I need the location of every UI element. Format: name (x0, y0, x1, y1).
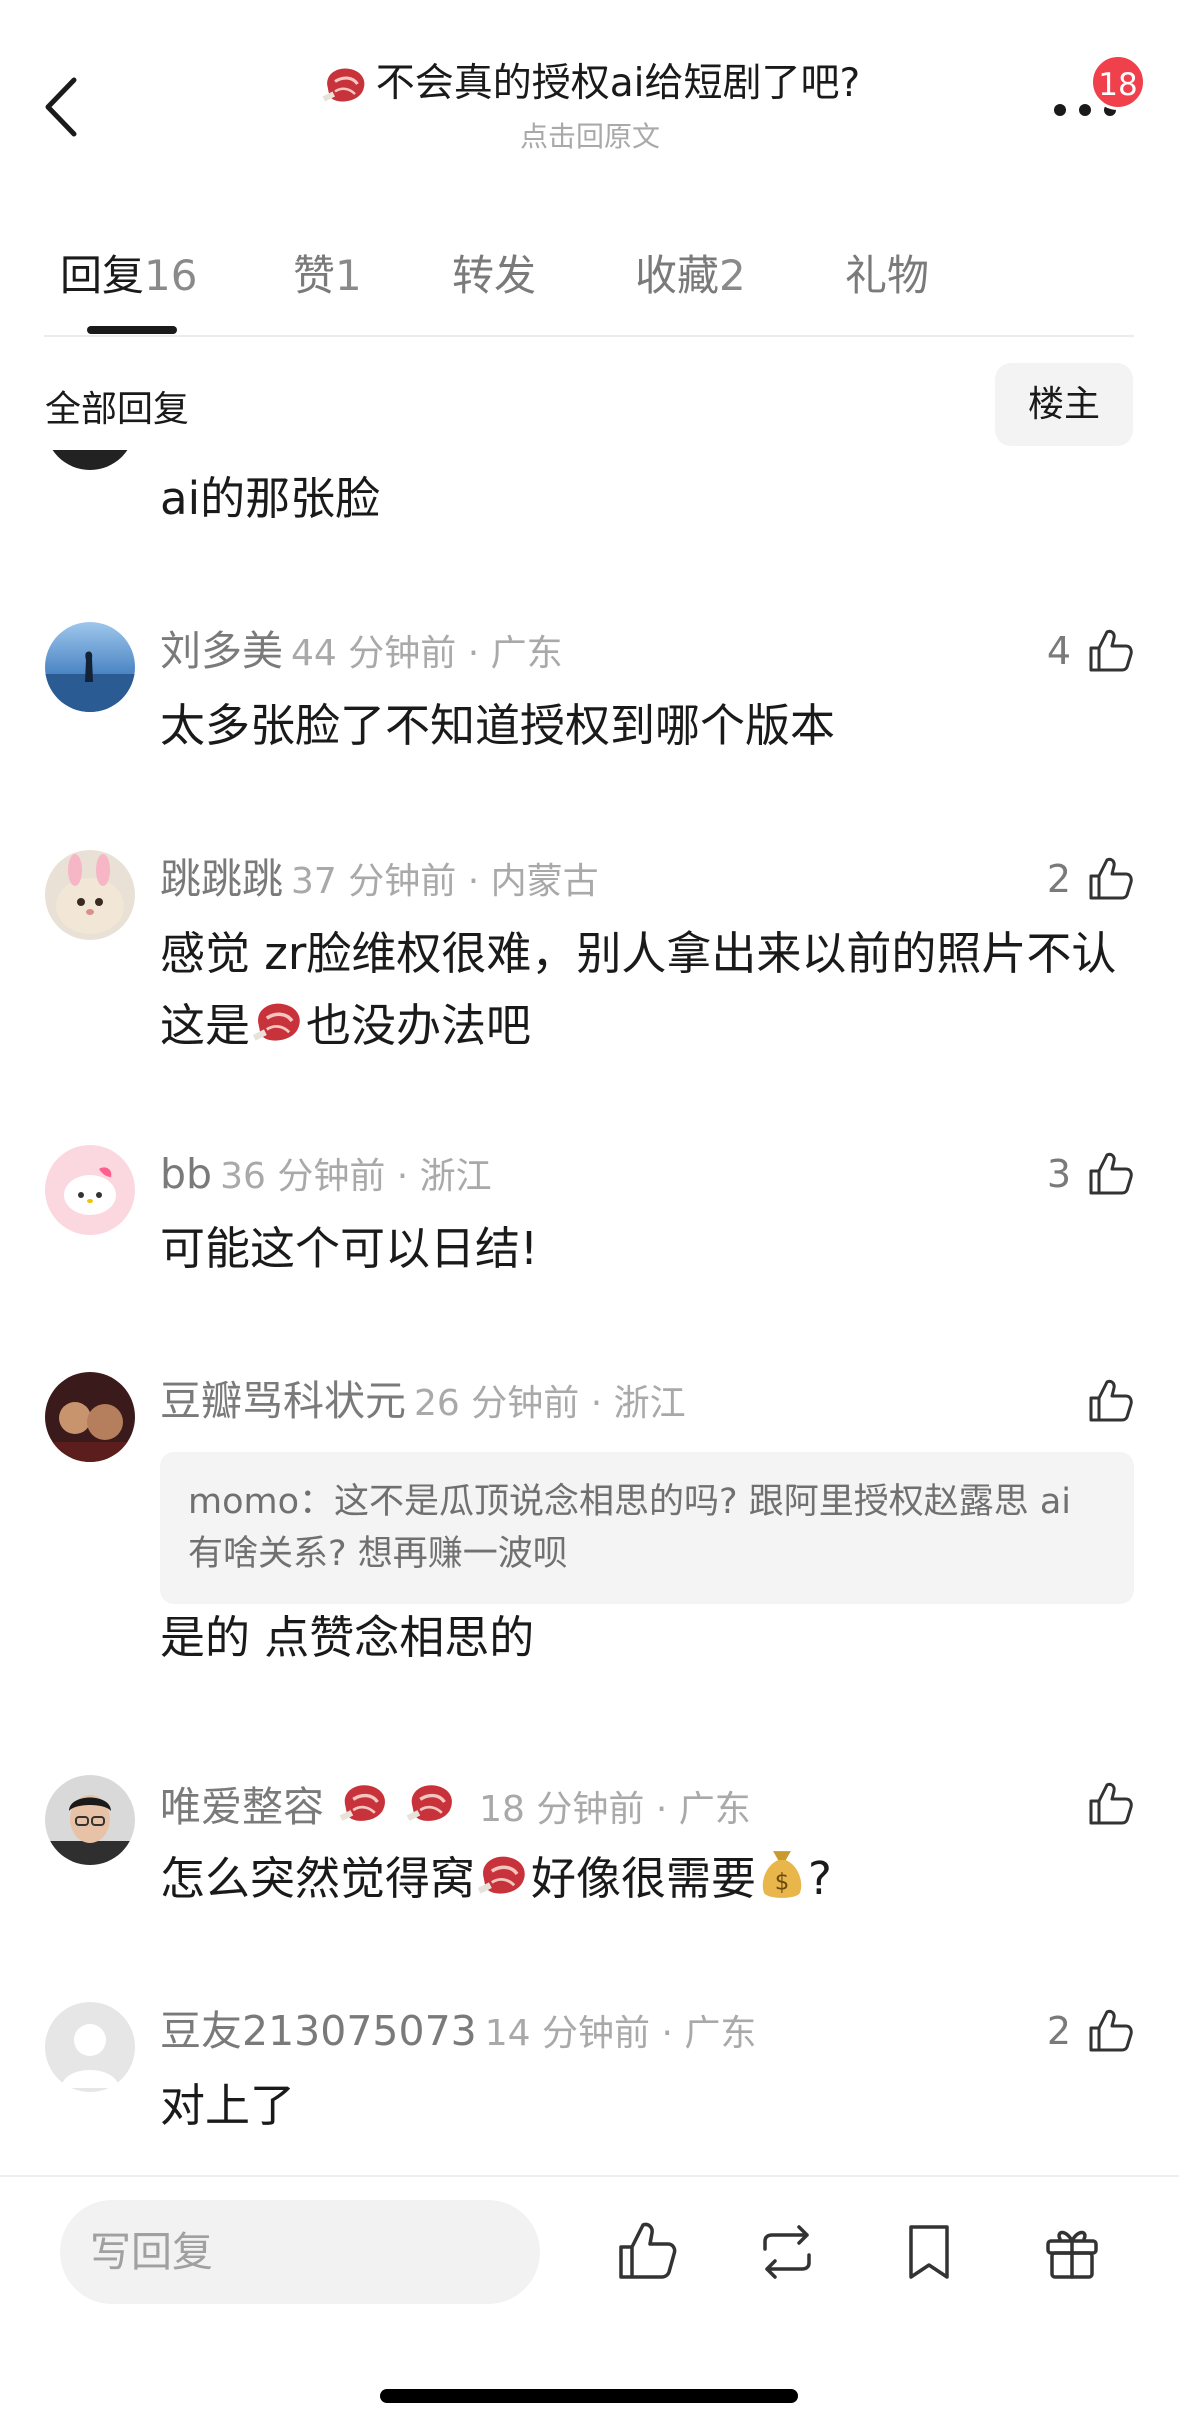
comment-text: ai的那张脸 (160, 472, 381, 525)
avatar[interactable] (45, 1145, 135, 1235)
owner-only-button[interactable]: 楼主 (995, 363, 1133, 446)
like-count: 3 (1046, 1152, 1071, 1196)
comment-meta: bb 36 分钟前 · 浙江 (160, 1145, 492, 1206)
like-count: 2 (1046, 2009, 1071, 2053)
svg-text:$: $ (775, 1869, 790, 1895)
post-title[interactable]: 不会真的授权ai给短剧了吧? (320, 58, 860, 110)
repost-icon[interactable] (755, 2219, 819, 2285)
timestamp: 44 分钟前 · 广东 (291, 633, 563, 674)
like-button[interactable]: 4 (1047, 622, 1135, 680)
timestamp: 18 分钟前 · 广东 (479, 1789, 751, 1830)
divider (44, 335, 1134, 337)
active-tab-indicator (87, 326, 177, 334)
comment-meta: 豆友213075073 14 分钟前 · 广东 (160, 2002, 756, 2063)
comment-list[interactable]: ai的那张脸 刘多美44 分钟前 · 广东 4 太多张脸了不知道授权到哪个版本 (0, 450, 1179, 2170)
username[interactable]: 跳跳跳 (160, 855, 283, 903)
notification-badge[interactable]: 18 (1090, 54, 1146, 110)
tab-likes[interactable]: 赞1 (293, 242, 362, 303)
steak-icon (475, 1846, 531, 1902)
comment-text: 怎么突然觉得窝 好像很需要 $? (160, 1843, 1140, 1915)
comment-text: 感觉 zr脸维权很难，别人拿出来以前的照片不认这是 也没办法吧 (160, 918, 1140, 1062)
comment-meta: 跳跳跳 37 分钟前 · 内蒙古 (160, 850, 599, 911)
bookmark-icon[interactable] (897, 2219, 961, 2285)
reply-input[interactable]: 写回复 (60, 2200, 540, 2304)
comment-text-part: 也没办法吧 (306, 999, 532, 1052)
avatar[interactable] (45, 850, 135, 940)
like-button[interactable]: 2 (1047, 850, 1135, 908)
tab-collections[interactable]: 收藏2 (635, 242, 746, 303)
timestamp: 37 分钟前 · 内蒙古 (291, 861, 599, 902)
comment-text-part: 怎么突然觉得窝 (160, 1852, 476, 1905)
tab-gifts[interactable]: 礼物 (845, 242, 929, 303)
tab-count: 2 (719, 251, 746, 300)
thumbs-up-icon (1085, 1376, 1135, 1426)
tab-label: 收藏 (635, 251, 720, 300)
avatar[interactable] (45, 622, 135, 712)
thumbs-up-icon (1085, 626, 1135, 676)
post-title-area[interactable]: 不会真的授权ai给短剧了吧? 点击回原文 (230, 58, 950, 155)
like-icon[interactable] (615, 2219, 679, 2285)
tab-label: 回复 (60, 251, 145, 300)
comment-meta: 豆瓣骂科状元 26 分钟前 · 浙江 (160, 1372, 686, 1433)
avatar[interactable] (45, 450, 135, 470)
gift-icon[interactable] (1040, 2219, 1104, 2285)
steak-icon (404, 1775, 458, 1829)
thumbs-up-icon (1085, 854, 1135, 904)
tab-replies[interactable]: 回复16 (60, 242, 197, 303)
like-count: 2 (1046, 857, 1071, 901)
steak-icon (337, 1775, 391, 1829)
username[interactable]: 豆友213075073 (160, 2007, 477, 2055)
timestamp: 36 分钟前 · 浙江 (220, 1156, 492, 1197)
steak-icon (250, 993, 306, 1049)
username[interactable]: 刘多美 (160, 627, 283, 675)
post-title-text: 不会真的授权ai给短剧了吧? (375, 61, 861, 106)
comment-meta: 唯爱整容 18 分钟前 · 广东 (160, 1775, 751, 1839)
tab-bar: 回复16 赞1 转发 收藏2 礼物 (0, 228, 1179, 338)
steak-icon (320, 59, 370, 109)
bottom-action-bar: 写回复 (0, 2175, 1179, 2425)
home-indicator (380, 2389, 798, 2403)
username[interactable]: 豆瓣骂科状元 (160, 1377, 406, 1425)
filter-row: 全部回复 楼主 (0, 360, 1179, 450)
thumbs-up-icon (1085, 2006, 1135, 2056)
timestamp: 14 分钟前 · 广东 (484, 2013, 757, 2054)
comment-text: 是的 点赞念相思的 (160, 1611, 535, 1664)
comment-meta: 刘多美 44 分钟前 · 广东 (160, 622, 563, 683)
all-replies-label: 全部回复 (45, 389, 190, 430)
quoted-reply[interactable]: momo：这不是瓜顶说念相思的吗? 跟阿里授权赵露思 ai 有啥关系? 想再赚一… (160, 1452, 1134, 1604)
username[interactable]: bb (160, 1150, 212, 1198)
avatar[interactable] (45, 1372, 135, 1462)
back-to-post-link[interactable]: 点击回原文 (230, 115, 950, 155)
header-bar: 不会真的授权ai给短剧了吧? 点击回原文 18 (0, 0, 1179, 170)
comment-text: 对上了 (160, 2079, 296, 2132)
like-button[interactable] (1085, 1775, 1135, 1833)
back-icon[interactable] (40, 72, 84, 142)
tab-label: 赞 (293, 251, 336, 300)
username[interactable]: 唯爱整容 (160, 1783, 324, 1831)
comment-text-part: 好像很需要 (531, 1852, 757, 1905)
comment-text-part: ? (808, 1852, 832, 1905)
like-button[interactable] (1085, 1372, 1135, 1430)
tab-count: 1 (335, 251, 362, 300)
comment-text: 太多张脸了不知道授权到哪个版本 (160, 699, 836, 752)
thumbs-up-icon (1085, 1149, 1135, 1199)
like-button[interactable]: 2 (1047, 2002, 1135, 2060)
avatar[interactable] (45, 1775, 135, 1865)
tab-label: 礼物 (845, 251, 930, 300)
avatar[interactable] (45, 2002, 135, 2092)
timestamp: 26 分钟前 · 浙江 (414, 1383, 686, 1424)
thumbs-up-icon (1085, 1779, 1135, 1829)
money-bag-icon: $ (762, 1851, 802, 1898)
like-button[interactable]: 3 (1047, 1145, 1135, 1203)
comment-text: 可能这个可以日结! (160, 1222, 539, 1275)
tab-reposts[interactable]: 转发 (452, 242, 536, 303)
like-count: 4 (1046, 629, 1071, 673)
tab-count: 16 (144, 251, 198, 300)
tab-label: 转发 (452, 251, 537, 300)
